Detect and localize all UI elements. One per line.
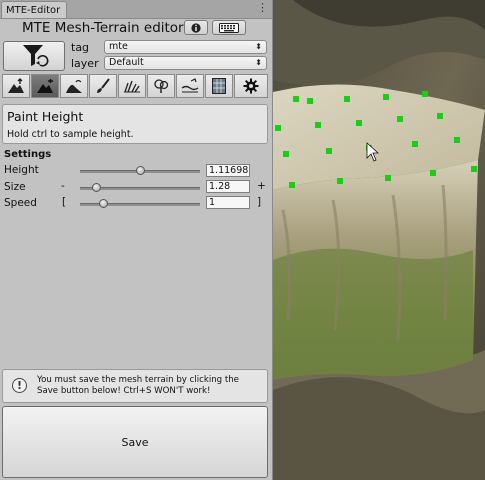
filter-refresh-icon (23, 45, 49, 67)
speed-right-bracket: ] (257, 196, 262, 208)
save-button-label: Save (121, 435, 149, 449)
tool-info-box: Paint Height Hold ctrl to sample height. (2, 104, 268, 144)
height-label: Height (4, 164, 39, 176)
scene-viewport[interactable] (273, 0, 485, 480)
height-field[interactable]: 1.11698 (206, 164, 250, 177)
brush-icon (97, 78, 110, 93)
tool-heading: Paint Height (7, 109, 84, 124)
keyboard-icon (219, 22, 239, 33)
tool-description: Hold ctrl to sample height. (7, 129, 134, 140)
tab-mte-editor[interactable]: MTE-Editor (1, 1, 67, 18)
shortcuts-button[interactable] (212, 20, 246, 35)
mte-editor-panel: MTE-Editor ⋮ MTE Mesh-Terrain editor tag (0, 0, 273, 480)
save-button[interactable]: Save (2, 406, 268, 478)
speed-field[interactable]: 1 (206, 196, 250, 209)
tree-icon (154, 79, 169, 93)
speed-label: Speed (4, 197, 37, 209)
tool-paint-height[interactable] (31, 74, 59, 98)
size-slider-thumb[interactable] (91, 183, 101, 192)
speed-left-bracket: [ (62, 196, 67, 208)
smooth-terrain-icon (66, 79, 82, 93)
tab-bar: MTE-Editor ⋮ (0, 0, 272, 19)
tool-toolbar (2, 74, 268, 98)
raise-terrain-icon (8, 78, 24, 93)
warning-icon: ! (12, 378, 27, 393)
tag-label: tag (71, 41, 90, 54)
layer-value: Default (109, 57, 144, 68)
tool-paint-texture[interactable] (89, 74, 117, 98)
terrain-scene (273, 0, 485, 480)
tool-grid[interactable] (205, 74, 233, 98)
tool-flatten[interactable] (176, 74, 204, 98)
tab-menu-icon[interactable]: ⋮ (257, 1, 268, 15)
flatten-terrain-icon (181, 78, 199, 93)
gear-icon (243, 78, 259, 94)
tool-place-tree[interactable] (118, 74, 146, 98)
layer-dropdown[interactable]: Default ⬍ (104, 56, 267, 70)
tool-smooth-height[interactable] (60, 74, 88, 98)
size-label: Size (4, 181, 26, 193)
tag-value: mte (109, 41, 128, 52)
size-increase-button[interactable]: + (257, 180, 266, 192)
tool-raise-lower[interactable] (2, 74, 30, 98)
page-title: MTE Mesh-Terrain editor (22, 20, 184, 36)
save-warning-box: ! You must save the mesh terrain by clic… (2, 369, 268, 403)
grid-icon (212, 78, 226, 94)
speed-slider-thumb[interactable] (98, 199, 108, 208)
tool-settings[interactable] (234, 74, 268, 98)
settings-heading: Settings (4, 149, 52, 160)
dropdown-arrow-icon: ⬍ (255, 42, 262, 51)
info-icon (191, 22, 201, 33)
height-slider-thumb[interactable] (136, 166, 145, 175)
grass-icon (124, 80, 140, 93)
layer-label: layer (71, 57, 99, 70)
tool-place-detail[interactable] (147, 74, 175, 98)
size-decrease-button[interactable]: - (61, 180, 65, 192)
refresh-filter-button[interactable] (3, 41, 65, 71)
warning-text: You must save the mesh terrain by clicki… (37, 375, 239, 396)
tag-dropdown[interactable]: mte ⬍ (104, 40, 267, 54)
dropdown-arrow-icon: ⬍ (255, 58, 262, 67)
size-field[interactable]: 1.28 (206, 180, 250, 193)
paint-height-icon (37, 79, 53, 93)
info-button[interactable] (184, 20, 208, 35)
